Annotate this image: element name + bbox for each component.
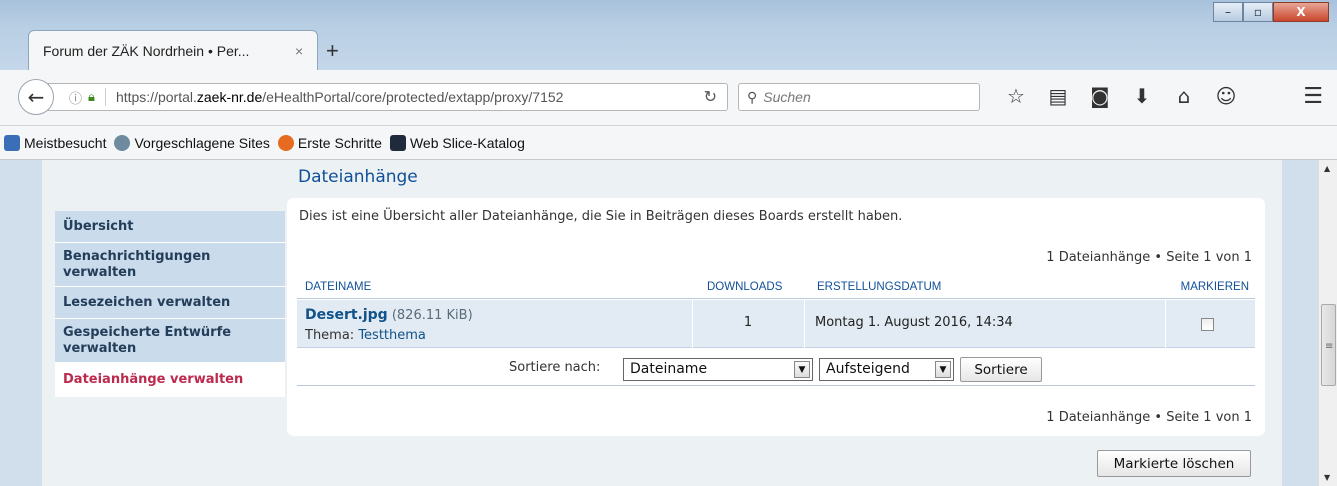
column-filename[interactable]: DATEINAME [305, 281, 371, 293]
created-date: Montag 1. August 2016, 14:34 [815, 315, 1013, 330]
bookmark-erste-schritte[interactable]: Erste Schritte [277, 134, 382, 151]
pagination-bottom: 1 Dateianhänge • Seite 1 von 1 [1046, 410, 1252, 425]
menu-item-label: Benachrichtigungen verwalten [63, 248, 211, 280]
search-icon: ⚲ [747, 88, 758, 105]
chevron-down-icon: ▼ [794, 361, 810, 378]
url-host: zaek-nr.de [196, 89, 263, 105]
file-cell: Desert.jpg (826.11 KiB) [305, 307, 473, 323]
reading-list-icon[interactable]: ▤ [1037, 84, 1079, 108]
globe-icon [114, 134, 131, 151]
table-header: DATEINAME DOWNLOADS ERSTELLUNGSDATUM MAR… [297, 277, 1255, 299]
menu-item-label: Lesezeichen verwalten [63, 294, 231, 310]
url-prefix: https://portal. [115, 89, 197, 105]
menu-item-label: Übersicht [63, 218, 134, 234]
menu-item-attachments[interactable]: Dateianhänge verwalten [55, 363, 285, 397]
menu-icon[interactable]: ☰ [1303, 84, 1323, 109]
search-placeholder: Suchen [763, 89, 811, 105]
column-divider [1165, 300, 1166, 348]
table-row: Desert.jpg (826.11 KiB) Thema: Testthema… [297, 300, 1255, 348]
tab-title: Forum der ZÄK Nordrhein • Per... [43, 42, 250, 59]
bookmark-label: Meistbesucht [24, 134, 107, 151]
column-downloads[interactable]: DOWNLOADS [707, 281, 782, 293]
download-icon[interactable]: ⬇ [1121, 84, 1163, 108]
firefox-icon [277, 134, 294, 151]
ucp-sidebar-menu: Übersicht Benachrichtigungen verwalten L… [55, 211, 285, 397]
minimize-button[interactable]: – [1213, 2, 1243, 22]
downloads-count: 1 [743, 315, 753, 330]
sort-label: Sortiere nach: [509, 360, 601, 375]
topic-label: Thema: [305, 328, 359, 343]
bookmark-vorgeschlagene-sites[interactable]: Vorgeschlagene Sites [114, 134, 270, 151]
lock-icon: 🔒︎ [88, 89, 95, 104]
menu-item-overview[interactable]: Übersicht [55, 211, 285, 243]
bookmark-web-slice-katalog[interactable]: Web Slice-Katalog [389, 134, 525, 151]
sort-field-select[interactable]: Dateiname ▼ [623, 358, 813, 381]
bookmark-label: Vorgeschlagene Sites [134, 134, 270, 151]
info-icon[interactable]: ⓘ [69, 88, 82, 107]
bookmark-label: Erste Schritte [297, 134, 382, 151]
toolbar-icons: ☆ ▤ ◙ ⬇ ⌂ ☺ [995, 84, 1247, 108]
bookmark-star-icon[interactable]: ☆ [995, 84, 1037, 108]
file-size: (826.11 KiB) [387, 308, 473, 323]
page-title: Dateianhänge [298, 167, 418, 187]
search-input[interactable]: ⚲ Suchen [738, 83, 980, 111]
topic-link[interactable]: Testthema [358, 328, 426, 343]
sort-button[interactable]: Sortiere [960, 357, 1042, 382]
column-divider [804, 300, 805, 348]
grip-icon: ≡ [1325, 341, 1334, 352]
url-path: /eHealthPortal/core/protected/extapp/pro… [262, 89, 564, 105]
reload-icon[interactable]: ↻ [704, 87, 717, 107]
close-tab-icon[interactable]: × [295, 43, 317, 59]
topic-cell: Thema: Testthema [305, 328, 426, 343]
sort-direction-value: Aufsteigend [826, 361, 910, 377]
scrollbar-thumb[interactable]: ≡ [1321, 304, 1336, 386]
menu-item-bookmarks[interactable]: Lesezeichen verwalten [55, 287, 285, 319]
url-divider [104, 88, 106, 106]
browser-titlebar: Forum der ZÄK Nordrhein • Per... × + – ▫… [0, 0, 1337, 70]
new-tab-button[interactable]: + [326, 38, 339, 64]
column-created[interactable]: ERSTELLUNGSDATUM [817, 281, 941, 293]
webslice-icon [389, 134, 406, 151]
menu-item-label: Gespeicherte Entwürfe verwalten [63, 324, 232, 356]
page-viewport: Dateianhänge Übersicht Benachrichtigunge… [0, 160, 1318, 486]
sort-bar: Sortiere nach: Dateiname ▼ Aufsteigend ▼… [297, 348, 1255, 386]
column-mark: MARKIEREN [1180, 281, 1249, 293]
menu-item-label: Dateianhänge verwalten [63, 371, 244, 387]
close-window-button[interactable]: X [1273, 2, 1329, 22]
scroll-up-icon[interactable]: ▲ [1324, 164, 1330, 173]
sort-field-value: Dateiname [630, 361, 708, 377]
vertical-scrollbar[interactable]: ▲ ≡ ▼ [1318, 160, 1337, 486]
mark-checkbox[interactable] [1201, 318, 1214, 331]
attachments-panel: Dies ist eine Übersicht aller Dateianhän… [287, 198, 1265, 436]
bookmark-icon [4, 134, 20, 151]
arrow-left-icon: ← [27, 85, 45, 109]
pocket-icon[interactable]: ◙ [1079, 84, 1121, 108]
navigation-toolbar: ⓘ 🔒︎ https://portal. zaek-nr.de/eHealthPo… [0, 70, 1337, 126]
bookmark-meistbesucht[interactable]: Meistbesucht [4, 134, 107, 151]
delete-marked-button[interactable]: Markierte löschen [1097, 450, 1251, 477]
home-icon[interactable]: ⌂ [1163, 84, 1205, 108]
window-controls: – ▫ X [1213, 2, 1329, 22]
bookmark-label: Web Slice-Katalog [409, 134, 525, 151]
intro-text: Dies ist eine Übersicht aller Dateianhän… [299, 209, 903, 224]
maximize-button[interactable]: ▫ [1243, 2, 1273, 22]
menu-item-notifications[interactable]: Benachrichtigungen verwalten [55, 243, 285, 287]
menu-item-drafts[interactable]: Gespeicherte Entwürfe verwalten [55, 319, 285, 363]
chat-icon[interactable]: ☺ [1205, 84, 1247, 108]
pagination-top: 1 Dateianhänge • Seite 1 von 1 [1046, 250, 1252, 265]
bookmarks-bar: Meistbesucht Vorgeschlagene Sites Erste … [0, 126, 1337, 160]
back-button[interactable]: ← [18, 79, 54, 115]
scroll-down-icon[interactable]: ▼ [1324, 473, 1330, 482]
browser-tab[interactable]: Forum der ZÄK Nordrhein • Per... × [28, 30, 318, 70]
file-link[interactable]: Desert.jpg [305, 307, 388, 323]
chevron-down-icon: ▼ [935, 361, 951, 378]
sort-direction-select[interactable]: Aufsteigend ▼ [819, 358, 954, 381]
url-bar[interactable]: ⓘ 🔒︎ https://portal. zaek-nr.de/eHealthPo… [48, 83, 728, 111]
